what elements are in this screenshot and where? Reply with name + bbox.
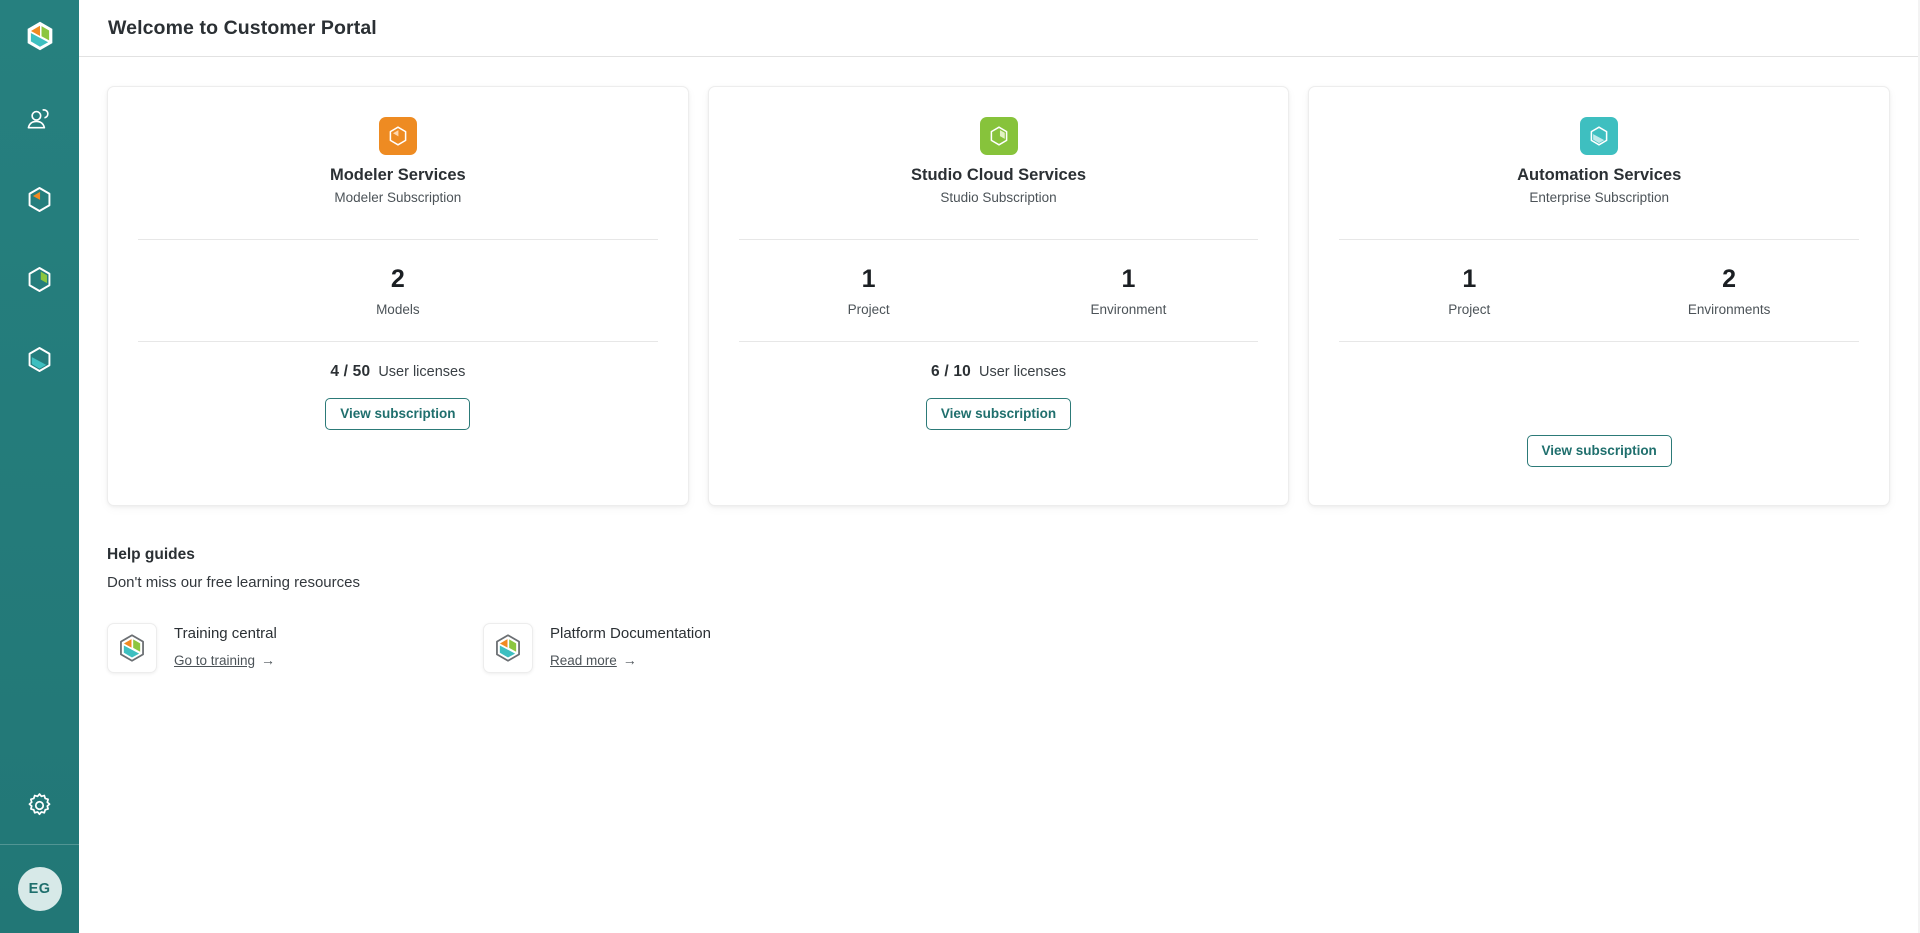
card-licenses: 4 / 50 User licenses (330, 363, 465, 381)
license-count: 4 / 50 (330, 362, 371, 380)
sidebar-item-studio[interactable] (0, 242, 79, 322)
card-licenses: 6 / 10 User licenses (931, 363, 1066, 381)
help-guide-link-label: Go to training (174, 652, 256, 668)
subscription-card-modeler: Modeler Services Modeler Subscription 2 … (107, 86, 689, 506)
card-divider-bottom (138, 340, 658, 342)
cube-logo-icon (483, 623, 533, 673)
sidebar-nav (0, 82, 79, 402)
card-metrics: 1 Project 1 Environment (739, 240, 1259, 341)
metric-value: 1 (861, 265, 876, 293)
page-content: Modeler Services Modeler Subscription 2 … (79, 57, 1918, 933)
metric-label: Project (1448, 301, 1491, 317)
card-icon-studio (979, 117, 1018, 155)
cube-logo-icon (21, 17, 59, 60)
help-guide-text: Training central Go to training → (174, 623, 277, 670)
gear-icon (25, 791, 54, 825)
app-logo[interactable] (18, 16, 62, 60)
sidebar-item-modeler[interactable] (0, 162, 79, 242)
subscription-card-studio: Studio Cloud Services Studio Subscriptio… (707, 86, 1290, 506)
metric-label: Environments (1687, 301, 1771, 317)
card-title: Modeler Services (329, 166, 466, 184)
card-metrics: 2 Models (138, 240, 658, 341)
cube-orange-icon (24, 184, 55, 220)
help-guides-section: Help guides Don't miss our free learning… (107, 546, 1890, 673)
card-subtitle: Enterprise Subscription (1529, 190, 1669, 205)
card-icon-modeler (378, 117, 417, 155)
help-guide-link[interactable]: Go to training → (174, 652, 275, 668)
top-bar: Welcome to Customer Portal (79, 0, 1918, 57)
help-guide-link-label: Read more (550, 652, 617, 668)
help-guides-list: Training central Go to training → Platfo… (107, 623, 1890, 673)
help-guide-name: Training central (174, 625, 277, 642)
arrow-right-icon: → (261, 652, 276, 668)
metric: 1 Project (739, 265, 999, 317)
users-icon (24, 104, 55, 140)
help-guide-platform-documentation[interactable]: Platform Documentation Read more → (483, 623, 859, 673)
help-guide-link[interactable]: Read more → (550, 652, 637, 668)
card-metrics: 1 Project 2 Environments (1339, 240, 1859, 341)
card-title: Studio Cloud Services (910, 166, 1087, 184)
card-divider-bottom (738, 340, 1259, 342)
help-guides-title: Help guides (107, 546, 195, 563)
cube-green-icon (24, 264, 55, 300)
license-label: User licenses (378, 363, 466, 380)
metric-value: 1 (1462, 265, 1477, 293)
subscription-card-automation: Automation Services Enterprise Subscript… (1308, 86, 1891, 506)
view-subscription-button[interactable]: View subscription (1526, 435, 1672, 467)
cube-cyan-icon (24, 344, 55, 380)
license-count: 6 / 10 (931, 362, 971, 380)
sidebar: EG (0, 0, 79, 933)
view-subscription-button[interactable]: View subscription (925, 397, 1072, 430)
card-icon-automation (1580, 117, 1619, 155)
card-divider-bottom (1339, 340, 1860, 342)
help-guide-training-central[interactable]: Training central Go to training → (107, 623, 483, 673)
page-title: Welcome to Customer Portal (108, 16, 377, 39)
help-guide-name: Platform Documentation (550, 625, 711, 642)
metric-value: 1 (1121, 265, 1136, 293)
subscription-cards: Modeler Services Modeler Subscription 2 … (107, 86, 1891, 506)
help-guide-text: Platform Documentation Read more → (550, 623, 711, 670)
metric-label: Environment (1090, 301, 1167, 317)
main-area: Welcome to Customer Portal Modeler Servi… (79, 0, 1920, 933)
metric-label: Project (847, 301, 890, 317)
sidebar-avatar-area: EG (0, 845, 79, 933)
card-subtitle: Modeler Subscription (334, 190, 462, 205)
metric: 2 Environments (1599, 265, 1859, 317)
metric-label: Models (376, 301, 420, 317)
metric: 1 Environment (999, 265, 1259, 317)
metric: 1 Project (1339, 265, 1599, 317)
card-title: Automation Services (1517, 166, 1682, 184)
avatar[interactable]: EG (17, 867, 62, 911)
sidebar-item-settings[interactable] (0, 772, 79, 844)
card-subtitle: Studio Subscription (940, 190, 1057, 205)
app-root: EG Welcome to Customer Portal Modeler Se… (0, 0, 1920, 933)
view-subscription-button[interactable]: View subscription (325, 397, 471, 430)
metric-value: 2 (390, 265, 405, 293)
sidebar-item-automation[interactable] (0, 322, 79, 402)
help-guides-subtitle: Don't miss our free learning resources (107, 574, 360, 591)
metric-value: 2 (1722, 265, 1737, 293)
cube-logo-icon (107, 623, 157, 673)
metric: 2 Models (138, 265, 658, 317)
arrow-right-icon: → (622, 652, 637, 668)
sidebar-item-users[interactable] (0, 82, 79, 162)
license-label: User licenses (978, 363, 1067, 380)
